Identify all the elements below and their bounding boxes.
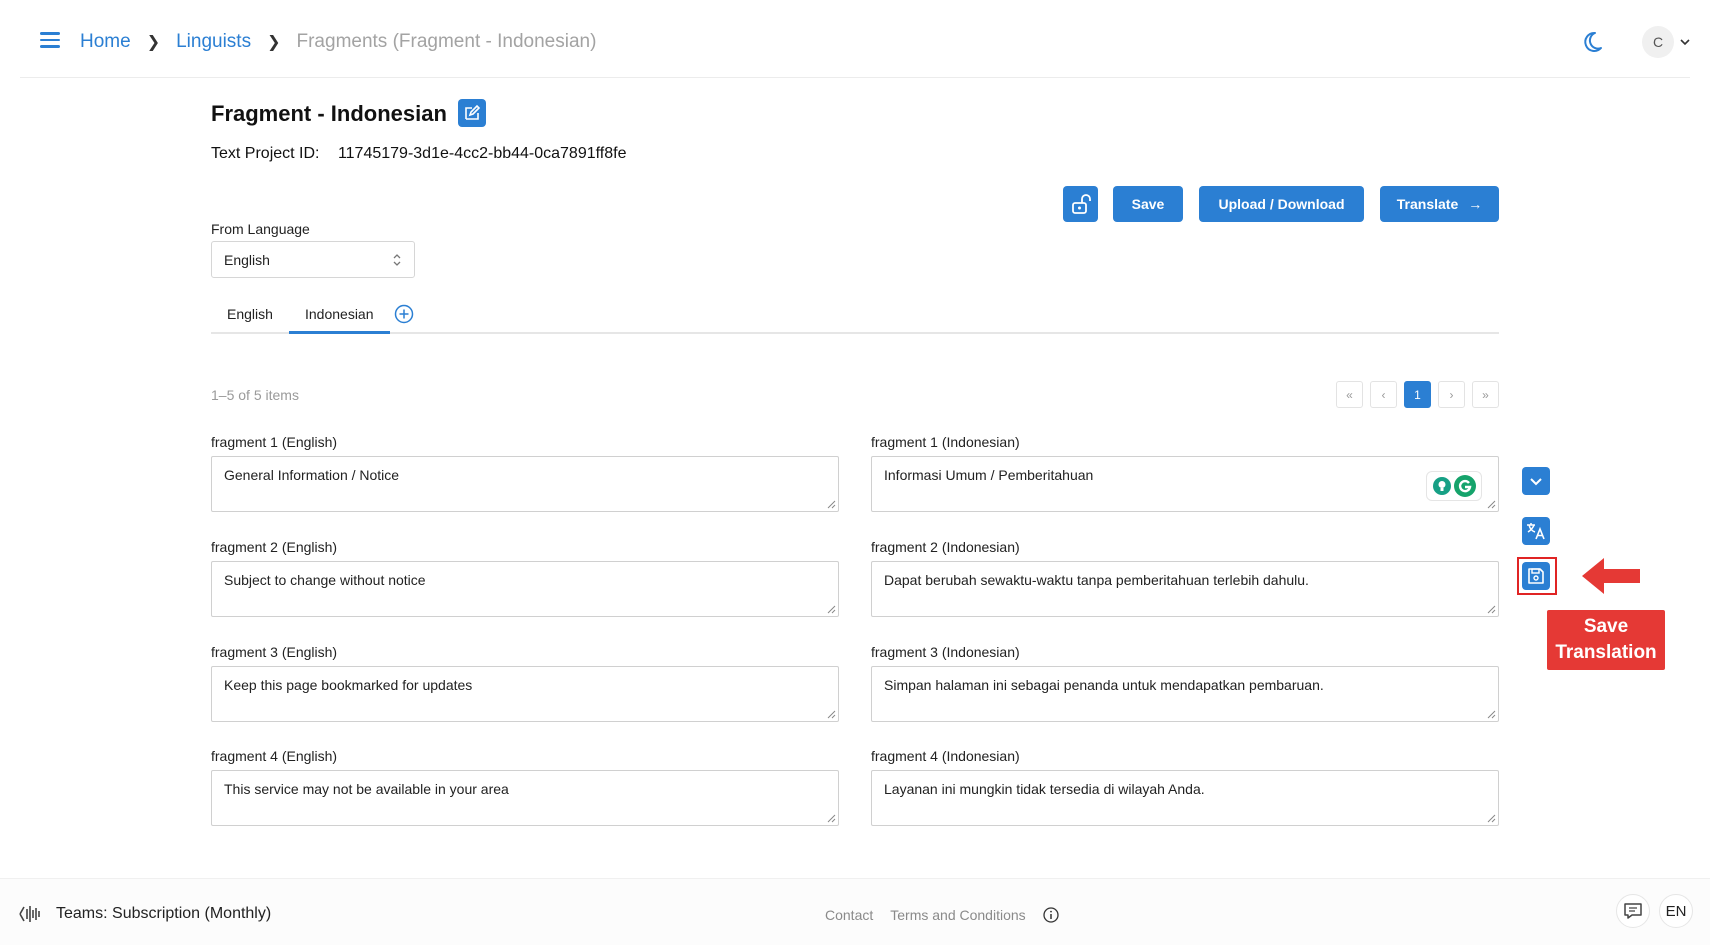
- save-button[interactable]: Save: [1113, 186, 1183, 222]
- language-button[interactable]: EN: [1659, 894, 1693, 928]
- chevron-down-icon: [1680, 39, 1690, 46]
- lightbulb-icon: [1432, 477, 1451, 495]
- fragment-3-en-label: fragment 3 (English): [211, 644, 338, 660]
- resize-handle-icon[interactable]: [1487, 710, 1496, 719]
- fragment-2-id-label: fragment 2 (Indonesian): [871, 539, 1020, 555]
- from-language-select[interactable]: English: [211, 241, 415, 278]
- add-language-icon[interactable]: [394, 304, 414, 324]
- fragment-4-en-textarea[interactable]: This service may not be available in you…: [211, 770, 839, 826]
- edit-icon: [465, 104, 481, 120]
- fragment-2-en-textarea[interactable]: Subject to change without notice: [211, 561, 839, 617]
- fragment-4-id-label: fragment 4 (Indonesian): [871, 748, 1020, 764]
- fragment-1-en-label: fragment 1 (English): [211, 434, 338, 450]
- fragment-2-id-textarea[interactable]: Dapat berubah sewaktu-waktu tanpa pember…: [871, 561, 1499, 617]
- project-id-label: Text Project ID:: [211, 145, 320, 162]
- fragment-1-id-textarea[interactable]: Informasi Umum / Pemberitahuan: [871, 456, 1499, 512]
- resize-handle-icon[interactable]: [1487, 814, 1496, 823]
- fragment-3-id-textarea[interactable]: Simpan halaman ini sebagai penanda untuk…: [871, 666, 1499, 722]
- fragment-3-en-textarea[interactable]: Keep this page bookmarked for updates: [211, 666, 839, 722]
- menu-icon[interactable]: [40, 32, 60, 48]
- chat-icon: [1624, 903, 1642, 919]
- team-subscription: Teams: Subscription (Monthly): [56, 905, 272, 922]
- from-language-value: English: [224, 251, 270, 268]
- fragment-4-en-text: This service may not be available in you…: [224, 781, 509, 797]
- auto-translate-button[interactable]: [1522, 517, 1550, 545]
- fragment-2-id-text: Dapat berubah sewaktu-waktu tanpa pember…: [884, 572, 1309, 588]
- resize-handle-icon[interactable]: [1487, 605, 1496, 614]
- last-page-button[interactable]: »: [1472, 381, 1499, 408]
- translate-button-label: Translate: [1396, 196, 1459, 212]
- unlock-button[interactable]: [1063, 186, 1098, 222]
- expand-button[interactable]: [1522, 467, 1550, 495]
- fragment-1-id-label: fragment 1 (Indonesian): [871, 434, 1020, 450]
- top-bar: Home ❯ Linguists ❯ Fragments (Fragment -…: [20, 0, 1690, 78]
- items-count: 1–5 of 5 items: [211, 387, 299, 403]
- resize-handle-icon[interactable]: [827, 710, 836, 719]
- from-language-label: From Language: [211, 221, 310, 237]
- chevron-right-icon: ❯: [146, 34, 161, 51]
- breadcrumb: Home ❯ Linguists ❯ Fragments (Fragment -…: [80, 31, 596, 53]
- logo-icon: [19, 906, 40, 922]
- fragment-4-id-text: Layanan ini mungkin tidak tersedia di wi…: [884, 781, 1205, 797]
- breadcrumb-home[interactable]: Home: [80, 31, 131, 53]
- breadcrumb-linguists[interactable]: Linguists: [176, 31, 251, 53]
- terms-link[interactable]: Terms and Conditions: [890, 907, 1025, 923]
- resize-handle-icon[interactable]: [827, 814, 836, 823]
- page-title: Fragment - Indonesian: [211, 101, 447, 126]
- translate-icon: [1527, 523, 1545, 540]
- fragment-2-en-label: fragment 2 (English): [211, 539, 338, 555]
- save-translation-callout: Save Translation: [1547, 610, 1665, 670]
- grammarly-widget[interactable]: [1426, 471, 1482, 501]
- user-menu[interactable]: C: [1642, 26, 1690, 58]
- fragment-1-en-text: General Information / Notice: [224, 467, 400, 483]
- resize-handle-icon[interactable]: [1487, 500, 1496, 509]
- grammarly-icon: [1453, 475, 1476, 497]
- fragment-1-en-textarea[interactable]: General Information / Notice: [211, 456, 839, 512]
- resize-handle-icon[interactable]: [827, 605, 836, 614]
- fragment-3-id-label: fragment 3 (Indonesian): [871, 644, 1020, 660]
- select-arrows-icon: [393, 254, 401, 266]
- project-id-line: Text Project ID: 11745179-3d1e-4cc2-bb44…: [211, 145, 626, 163]
- fragment-1-id-text: Informasi Umum / Pemberitahuan: [884, 467, 1094, 483]
- upload-download-button[interactable]: Upload / Download: [1199, 186, 1364, 222]
- breadcrumb-current: Fragments (Fragment - Indonesian): [296, 31, 597, 52]
- arrow-left-icon: [1582, 558, 1640, 594]
- page-button[interactable]: 1: [1404, 381, 1431, 408]
- fragment-2-en-text: Subject to change without notice: [224, 572, 426, 588]
- tab-english[interactable]: English: [227, 306, 273, 322]
- callout-line-1: Save: [1583, 616, 1629, 637]
- resize-handle-icon[interactable]: [827, 500, 836, 509]
- active-tab-indicator: [289, 331, 390, 334]
- fragment-3-id-text: Simpan halaman ini sebagai penanda untuk…: [884, 677, 1324, 693]
- info-icon[interactable]: [1043, 907, 1059, 923]
- footer: Teams: Subscription (Monthly) Contact Te…: [0, 878, 1710, 945]
- prev-page-button[interactable]: ‹: [1370, 381, 1397, 408]
- chevron-right-icon: ❯: [267, 34, 281, 51]
- fragment-4-en-label: fragment 4 (English): [211, 748, 338, 764]
- save-translation-highlight: [1517, 557, 1557, 595]
- language-tabs: English Indonesian: [211, 300, 1499, 334]
- unlock-icon: [1071, 194, 1091, 214]
- project-id-value: 11745179-3d1e-4cc2-bb44-0ca7891ff8fe: [337, 145, 627, 162]
- translate-button[interactable]: Translate →: [1380, 186, 1499, 222]
- arrow-right-icon: →: [1468, 196, 1483, 212]
- avatar: C: [1642, 26, 1674, 58]
- tab-indonesian[interactable]: Indonesian: [305, 306, 374, 322]
- chevron-down-icon: [1530, 478, 1542, 486]
- first-page-button[interactable]: «: [1336, 381, 1363, 408]
- chat-button[interactable]: [1616, 894, 1650, 928]
- fragment-3-en-text: Keep this page bookmarked for updates: [224, 677, 473, 693]
- next-page-button[interactable]: ›: [1438, 381, 1465, 408]
- fragment-4-id-textarea[interactable]: Layanan ini mungkin tidak tersedia di wi…: [871, 770, 1499, 826]
- dark-mode-icon[interactable]: [1580, 30, 1604, 54]
- callout-line-2: Translation: [1555, 642, 1657, 663]
- contact-link[interactable]: Contact: [825, 907, 873, 923]
- footer-links: Contact Terms and Conditions: [825, 907, 1059, 923]
- pagination: « ‹ 1 › »: [1336, 381, 1506, 408]
- edit-title-button[interactable]: [458, 99, 486, 127]
